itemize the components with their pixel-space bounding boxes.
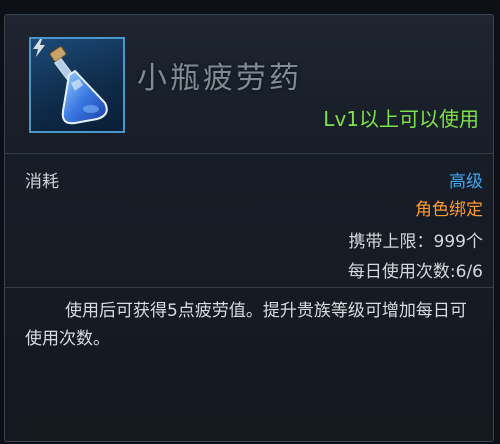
binding-status: 角色绑定 xyxy=(415,200,483,220)
header-divider xyxy=(5,153,493,154)
tooltip-header: 小瓶疲劳药 Lv1以上可以使用 xyxy=(5,15,493,153)
item-name: 小瓶疲劳药 xyxy=(137,61,302,96)
carry-limit: 携带上限：999个 xyxy=(348,232,483,252)
item-grade: 高级 xyxy=(449,172,483,192)
daily-uses: 每日使用次数:6/6 xyxy=(347,262,483,282)
item-description: 使用后可获得5点疲劳值。提升贵族等级可增加每日可使用次数。 xyxy=(25,301,467,349)
item-icon-frame xyxy=(29,37,125,133)
lightning-bolt-icon xyxy=(33,39,45,57)
item-tooltip: 小瓶疲劳药 Lv1以上可以使用 消耗 高级 角色绑定 携带上限：999个 每日使… xyxy=(4,14,494,442)
consume-label: 消耗 xyxy=(25,172,59,192)
stats-divider xyxy=(5,287,493,288)
level-requirement: Lv1以上可以使用 xyxy=(323,107,479,131)
